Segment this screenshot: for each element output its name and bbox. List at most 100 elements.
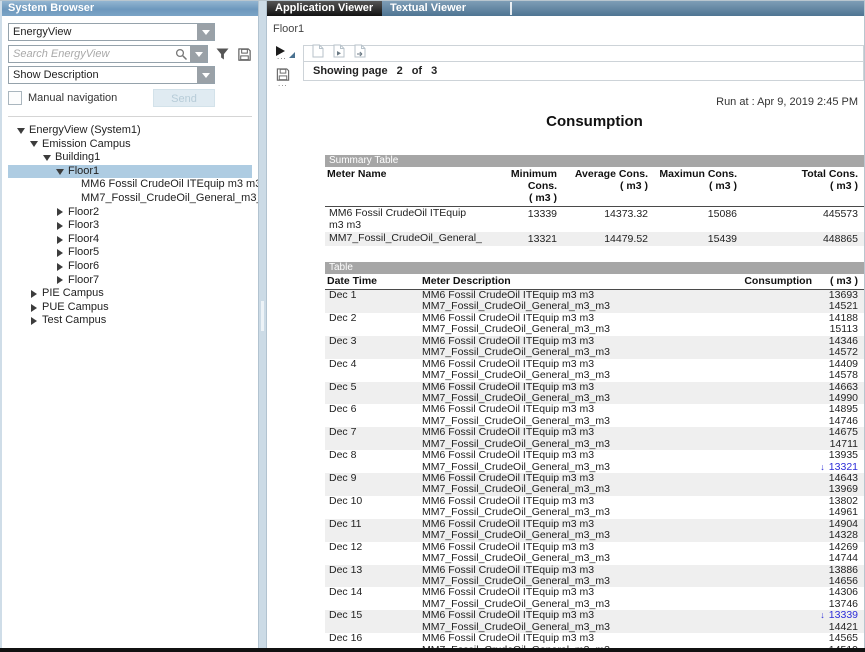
- report-toolbar: [303, 45, 864, 62]
- detail-consumption-min-link[interactable]: 13321: [829, 461, 858, 473]
- detail-meter-description: MM7_Fossil_CrudeOil_General_m3_m3: [422, 370, 704, 381]
- tree-collapsed-arrow-icon[interactable]: [55, 208, 65, 216]
- summary-meter-name: MM7_Fossil_CrudeOil_General_: [325, 233, 493, 245]
- page-document-icon[interactable]: [312, 44, 324, 63]
- viewer-icon-strip: ... ...: [275, 45, 301, 87]
- tree-item-label: MM7_Fossil_CrudeOil_General_m3_m3: [81, 192, 278, 206]
- col-average-unit: ( m3 ): [557, 180, 648, 192]
- tab-application-viewer[interactable]: Application Viewer: [267, 1, 382, 16]
- chevron-down-icon[interactable]: [197, 67, 214, 83]
- summary-row: MM7_Fossil_CrudeOil_General_1332114479.5…: [325, 232, 864, 246]
- page-export-icon[interactable]: [354, 44, 367, 63]
- tree-collapsed-arrow-icon[interactable]: [29, 290, 39, 298]
- tree-item-floor4[interactable]: Floor4: [8, 233, 252, 247]
- detail-date-group: Dec 16MM6 Fossil CrudeOil ITEquip m3 m31…: [325, 633, 864, 648]
- detail-meter-description: MM7_Fossil_CrudeOil_General_m3_m3: [422, 347, 704, 358]
- tree-expanded-arrow-icon[interactable]: [29, 141, 39, 147]
- col-total-label: Total Cons.: [737, 168, 858, 180]
- detail-row: MM7_Fossil_CrudeOil_General_m3_m314746: [325, 416, 864, 427]
- run-report-button[interactable]: ...: [275, 45, 301, 63]
- col-maximum-cons: Maximun Cons. ( m3 ): [648, 168, 737, 204]
- report-page: Run at : Apr 9, 2019 2:45 PM Consumption…: [303, 81, 864, 648]
- filter-icon[interactable]: [215, 47, 230, 61]
- col-average-cons: Average Cons. ( m3 ): [557, 168, 648, 204]
- summary-total-value: 445573: [737, 208, 864, 231]
- col-consumption: Consumption( m3 ): [704, 275, 864, 287]
- tree-expanded-arrow-icon[interactable]: [16, 128, 26, 134]
- summary-total-value: 448865: [737, 233, 864, 245]
- detail-date: Dec 11: [325, 519, 422, 530]
- send-button[interactable]: Send: [153, 89, 215, 107]
- detail-row: MM7_Fossil_CrudeOil_General_m3_m314328: [325, 530, 864, 541]
- detail-date-group: Dec 6MM6 Fossil CrudeOil ITEquip m3 m314…: [325, 404, 864, 427]
- tree-item-mm6-fossil-crudeoil-itequip-m3-m3[interactable]: MM6 Fossil CrudeOil ITEquip m3 m3: [8, 178, 252, 192]
- view-selector-value: EnergyView: [9, 24, 214, 40]
- panel-splitter[interactable]: [258, 1, 267, 648]
- manual-navigation-checkbox[interactable]: [8, 91, 22, 105]
- detail-row: MM7_Fossil_CrudeOil_General_m3_m314711: [325, 439, 864, 450]
- save-report-button[interactable]: ...: [275, 67, 301, 87]
- col-average-label: Average Cons.: [557, 168, 648, 180]
- tree-item-building1[interactable]: Building1: [8, 151, 252, 165]
- tree-item-floor3[interactable]: Floor3: [8, 219, 252, 233]
- summary-max-value: 15439: [648, 233, 737, 245]
- tree-collapsed-arrow-icon[interactable]: [55, 249, 65, 257]
- tree-item-energyview-system1[interactable]: EnergyView (System1): [8, 124, 252, 138]
- tree-item-floor5[interactable]: Floor5: [8, 246, 252, 260]
- tree-collapsed-arrow-icon[interactable]: [55, 276, 65, 284]
- detail-consumption-value: 14578: [704, 370, 864, 381]
- tree-item-emission-campus[interactable]: Emission Campus: [8, 138, 252, 152]
- tree-item-test-campus[interactable]: Test Campus: [8, 314, 252, 328]
- chevron-down-icon[interactable]: [197, 24, 214, 40]
- tree-item-pie-campus[interactable]: PIE Campus: [8, 287, 252, 301]
- detail-date: Dec 12: [325, 542, 422, 553]
- panel-divider: [8, 116, 252, 117]
- detail-row: MM7_Fossil_CrudeOil_General_m3_m314961: [325, 507, 864, 518]
- detail-table-body: Dec 1MM6 Fossil CrudeOil ITEquip m3 m313…: [325, 290, 864, 648]
- tree-collapsed-arrow-icon[interactable]: [55, 236, 65, 244]
- tab-textual-viewer[interactable]: Textual Viewer: [382, 1, 505, 16]
- tree-item-label: Building1: [55, 151, 100, 165]
- tree-item-floor1[interactable]: Floor1: [8, 165, 252, 179]
- detail-date-group: Dec 1MM6 Fossil CrudeOil ITEquip m3 m313…: [325, 290, 864, 313]
- tree-collapsed-arrow-icon[interactable]: [55, 263, 65, 271]
- tab-separator: [510, 2, 512, 15]
- detail-meter-description: MM6 Fossil CrudeOil ITEquip m3 m3: [422, 610, 704, 621]
- splitter-grip[interactable]: [261, 301, 264, 331]
- manual-navigation-label: Manual navigation: [28, 92, 117, 104]
- tree-item-label: Floor4: [68, 233, 99, 247]
- tree-collapsed-arrow-icon[interactable]: [29, 317, 39, 325]
- tree-item-floor2[interactable]: Floor2: [8, 206, 252, 220]
- tree-item-label: MM6 Fossil CrudeOil ITEquip m3 m3: [81, 178, 261, 192]
- system-tree: EnergyView (System1)Emission CampusBuild…: [8, 124, 252, 328]
- min-value-arrow-icon: ↓: [820, 462, 825, 472]
- search-icon[interactable]: [175, 48, 188, 66]
- summary-table-header: Meter Name Minimum Cons. ( m3 ) Average …: [325, 167, 864, 207]
- report-run-at: Run at : Apr 9, 2019 2:45 PM: [325, 96, 864, 108]
- window-bottom-border: [0, 648, 865, 652]
- paging-total: 3: [431, 65, 437, 77]
- save-filter-icon[interactable]: [237, 47, 252, 62]
- tree-collapsed-arrow-icon[interactable]: [29, 304, 39, 312]
- detail-consumption-min-link[interactable]: 13339: [829, 609, 858, 621]
- tree-item-mm7-fossil-crudeoil-general-m3-m3[interactable]: MM7_Fossil_CrudeOil_General_m3_m3: [8, 192, 252, 206]
- search-input[interactable]: [9, 46, 181, 62]
- tree-expanded-arrow-icon[interactable]: [55, 169, 65, 175]
- display-mode-dropdown[interactable]: Show Description: [8, 66, 215, 84]
- play-dropdown-corner-icon: [289, 52, 295, 58]
- tree-item-pue-campus[interactable]: PUE Campus: [8, 301, 252, 315]
- tree-collapsed-arrow-icon[interactable]: [55, 222, 65, 230]
- tree-expanded-arrow-icon[interactable]: [42, 155, 52, 161]
- detail-row: MM7_Fossil_CrudeOil_General_m3_m314656: [325, 576, 864, 587]
- viewer-panel: Application Viewer Textual Viewer Floor1…: [267, 1, 864, 648]
- tree-item-floor7[interactable]: Floor7: [8, 274, 252, 288]
- tree-item-floor6[interactable]: Floor6: [8, 260, 252, 274]
- detail-row: MM7_Fossil_CrudeOil_General_m3_m313746: [325, 599, 864, 610]
- view-selector-dropdown[interactable]: EnergyView: [8, 23, 215, 41]
- detail-date-group: Dec 7MM6 Fossil CrudeOil ITEquip m3 m314…: [325, 427, 864, 450]
- detail-consumption-value: 14328: [704, 530, 864, 541]
- detail-date-group: Dec 14MM6 Fossil CrudeOil ITEquip m3 m31…: [325, 587, 864, 610]
- search-options-chevron-icon[interactable]: [190, 46, 207, 62]
- page-forward-icon[interactable]: [333, 44, 345, 63]
- viewer-tab-bar: Application Viewer Textual Viewer: [267, 1, 864, 16]
